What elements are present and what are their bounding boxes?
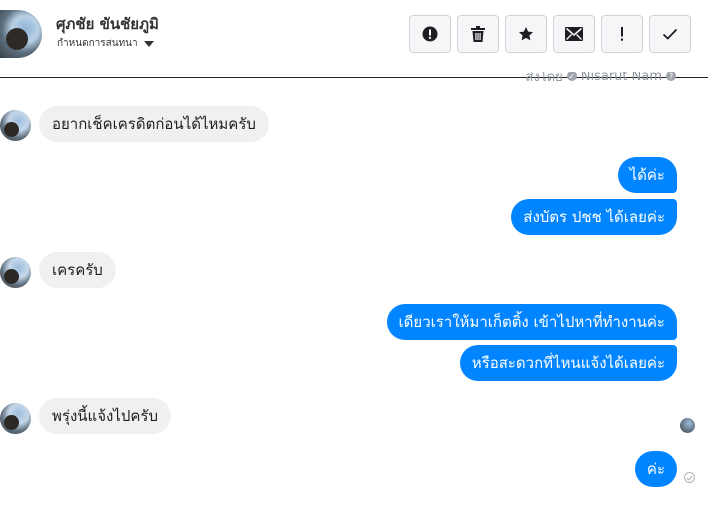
conversation-settings-dropdown[interactable]: กำหนดการสนทนา bbox=[57, 36, 154, 51]
conversation-header: ศุภชัย ขันชัยภูมิ กำหนดการสนทนา bbox=[0, 0, 708, 78]
contact-name[interactable]: ศุภชัย ขันชัยภูมิ bbox=[56, 12, 159, 36]
sent-by-prefix: ส่งโดย bbox=[525, 72, 563, 85]
star-button[interactable] bbox=[505, 15, 547, 53]
trash-icon bbox=[471, 26, 485, 42]
chevron-down-icon bbox=[143, 40, 154, 47]
message-bubble-outgoing[interactable]: เดียวเราให้มาเก็ตติ้ง เข้าไปหาที่ทำงานค่… bbox=[386, 304, 677, 340]
sent-by-label: ส่งโดย ✓ Nisarut Nam ? bbox=[525, 72, 676, 86]
delete-button[interactable] bbox=[457, 15, 499, 53]
exclamation-icon bbox=[621, 27, 623, 41]
avatar[interactable] bbox=[0, 403, 31, 434]
contact-avatar[interactable] bbox=[0, 10, 42, 58]
message-bubble-incoming[interactable]: อยากเช็คเครดิตก่อนได้ไหมครับ bbox=[39, 106, 269, 142]
message-bubble-incoming[interactable]: พรุ่งนี้แจ้งไปครับ bbox=[39, 398, 171, 434]
follow-up-button[interactable] bbox=[601, 15, 643, 53]
read-receipt-avatar bbox=[680, 418, 695, 433]
message-bubble-outgoing[interactable]: ค่ะ bbox=[634, 451, 677, 487]
message-bubble-outgoing[interactable]: หรือสะดวกที่ไหนแจ้งได้เลยค่ะ bbox=[459, 345, 677, 381]
avatar[interactable] bbox=[0, 110, 31, 141]
message-bubble-outgoing[interactable]: ได้ค่ะ bbox=[617, 157, 677, 193]
star-icon bbox=[519, 27, 533, 41]
conversation-toolbar bbox=[409, 15, 691, 53]
conversation-settings-label: กำหนดการสนทนา bbox=[57, 38, 138, 49]
mark-done-button[interactable] bbox=[649, 15, 691, 53]
delivered-check-icon bbox=[684, 472, 695, 483]
envelope-icon bbox=[565, 27, 583, 41]
verified-check-icon: ✓ bbox=[566, 72, 577, 81]
avatar[interactable] bbox=[0, 257, 31, 288]
info-icon[interactable]: ? bbox=[666, 72, 676, 81]
message-bubble-outgoing[interactable]: ส่งบัตร ปชช ได้เลยค่ะ bbox=[511, 199, 677, 235]
sent-by-name[interactable]: Nisarut Nam bbox=[581, 72, 662, 84]
alert-circle-icon bbox=[422, 26, 438, 42]
mark-unread-button[interactable] bbox=[553, 15, 595, 53]
message-bubble-incoming[interactable]: เครครับ bbox=[39, 252, 116, 288]
spam-button[interactable] bbox=[409, 15, 451, 53]
check-icon bbox=[662, 28, 678, 40]
